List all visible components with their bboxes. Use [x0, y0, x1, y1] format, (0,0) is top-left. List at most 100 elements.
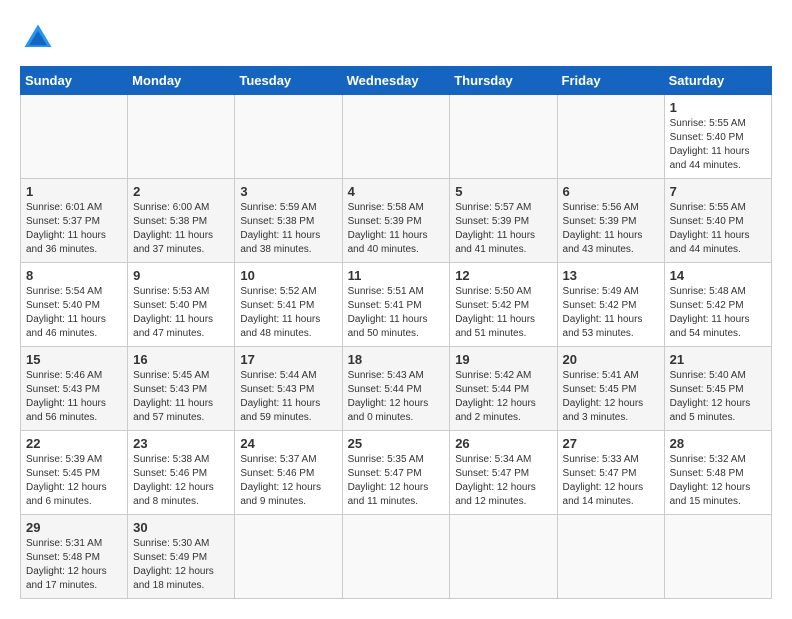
calendar-cell: 29 Sunrise: 5:31 AMSunset: 5:48 PMDaylig…	[21, 515, 128, 599]
day-number: 2	[133, 184, 229, 199]
day-number: 13	[563, 268, 659, 283]
day-info: Sunrise: 5:39 AMSunset: 5:45 PMDaylight:…	[26, 454, 107, 507]
day-number: 18	[348, 352, 445, 367]
day-info: Sunrise: 5:40 AMSunset: 5:45 PMDaylight:…	[670, 370, 751, 423]
calendar-cell: 28 Sunrise: 5:32 AMSunset: 5:48 PMDaylig…	[664, 431, 771, 515]
day-info: Sunrise: 5:56 AMSunset: 5:39 PMDaylight:…	[563, 202, 643, 255]
calendar-cell	[557, 95, 664, 179]
calendar-cell: 17 Sunrise: 5:44 AMSunset: 5:43 PMDaylig…	[235, 347, 342, 431]
calendar-cell: 13 Sunrise: 5:49 AMSunset: 5:42 PMDaylig…	[557, 263, 664, 347]
day-number: 11	[348, 268, 445, 283]
day-number: 30	[133, 520, 229, 535]
day-info: Sunrise: 5:50 AMSunset: 5:42 PMDaylight:…	[455, 286, 535, 339]
calendar-cell: 27 Sunrise: 5:33 AMSunset: 5:47 PMDaylig…	[557, 431, 664, 515]
calendar-cell	[21, 95, 128, 179]
calendar-cell	[128, 95, 235, 179]
calendar-cell	[235, 95, 342, 179]
day-info: Sunrise: 5:57 AMSunset: 5:39 PMDaylight:…	[455, 202, 535, 255]
day-info: Sunrise: 5:52 AMSunset: 5:41 PMDaylight:…	[240, 286, 320, 339]
day-info: Sunrise: 5:54 AMSunset: 5:40 PMDaylight:…	[26, 286, 106, 339]
calendar-cell: 7 Sunrise: 5:55 AMSunset: 5:40 PMDayligh…	[664, 179, 771, 263]
calendar-cell: 25 Sunrise: 5:35 AMSunset: 5:47 PMDaylig…	[342, 431, 450, 515]
day-info: Sunrise: 5:32 AMSunset: 5:48 PMDaylight:…	[670, 454, 751, 507]
calendar-cell: 8 Sunrise: 5:54 AMSunset: 5:40 PMDayligh…	[21, 263, 128, 347]
calendar-table: SundayMondayTuesdayWednesdayThursdayFrid…	[20, 66, 772, 599]
day-number: 28	[670, 436, 766, 451]
calendar-cell: 21 Sunrise: 5:40 AMSunset: 5:45 PMDaylig…	[664, 347, 771, 431]
day-number: 7	[670, 184, 766, 199]
day-info: Sunrise: 5:48 AMSunset: 5:42 PMDaylight:…	[670, 286, 750, 339]
calendar-cell: 20 Sunrise: 5:41 AMSunset: 5:45 PMDaylig…	[557, 347, 664, 431]
day-info: Sunrise: 5:43 AMSunset: 5:44 PMDaylight:…	[348, 370, 429, 423]
day-info: Sunrise: 5:35 AMSunset: 5:47 PMDaylight:…	[348, 454, 429, 507]
calendar-header-sunday: Sunday	[21, 67, 128, 95]
day-number: 27	[563, 436, 659, 451]
calendar-cell: 15 Sunrise: 5:46 AMSunset: 5:43 PMDaylig…	[21, 347, 128, 431]
calendar-header-row: SundayMondayTuesdayWednesdayThursdayFrid…	[21, 67, 772, 95]
day-info: Sunrise: 5:49 AMSunset: 5:42 PMDaylight:…	[563, 286, 643, 339]
day-info: Sunrise: 5:41 AMSunset: 5:45 PMDaylight:…	[563, 370, 644, 423]
day-number: 8	[26, 268, 122, 283]
calendar-cell: 1 Sunrise: 5:55 AMSunset: 5:40 PMDayligh…	[664, 95, 771, 179]
calendar-header-saturday: Saturday	[664, 67, 771, 95]
calendar-cell	[342, 95, 450, 179]
day-info: Sunrise: 5:30 AMSunset: 5:49 PMDaylight:…	[133, 538, 214, 591]
calendar-cell: 10 Sunrise: 5:52 AMSunset: 5:41 PMDaylig…	[235, 263, 342, 347]
calendar-cell	[557, 515, 664, 599]
day-number: 16	[133, 352, 229, 367]
day-info: Sunrise: 5:59 AMSunset: 5:38 PMDaylight:…	[240, 202, 320, 255]
calendar-header-monday: Monday	[128, 67, 235, 95]
day-number: 22	[26, 436, 122, 451]
day-number: 1	[670, 100, 766, 115]
calendar-cell	[450, 515, 557, 599]
calendar-cell: 2 Sunrise: 6:00 AMSunset: 5:38 PMDayligh…	[128, 179, 235, 263]
logo	[20, 20, 62, 56]
day-number: 23	[133, 436, 229, 451]
day-info: Sunrise: 5:33 AMSunset: 5:47 PMDaylight:…	[563, 454, 644, 507]
calendar-header-wednesday: Wednesday	[342, 67, 450, 95]
day-info: Sunrise: 5:38 AMSunset: 5:46 PMDaylight:…	[133, 454, 214, 507]
day-info: Sunrise: 5:55 AMSunset: 5:40 PMDaylight:…	[670, 118, 750, 171]
calendar-cell: 12 Sunrise: 5:50 AMSunset: 5:42 PMDaylig…	[450, 263, 557, 347]
calendar-cell: 1 Sunrise: 6:01 AMSunset: 5:37 PMDayligh…	[21, 179, 128, 263]
calendar-cell: 24 Sunrise: 5:37 AMSunset: 5:46 PMDaylig…	[235, 431, 342, 515]
day-info: Sunrise: 5:58 AMSunset: 5:39 PMDaylight:…	[348, 202, 428, 255]
page-header	[20, 20, 772, 56]
day-info: Sunrise: 5:53 AMSunset: 5:40 PMDaylight:…	[133, 286, 213, 339]
calendar-cell: 6 Sunrise: 5:56 AMSunset: 5:39 PMDayligh…	[557, 179, 664, 263]
calendar-week-3: 15 Sunrise: 5:46 AMSunset: 5:43 PMDaylig…	[21, 347, 772, 431]
day-info: Sunrise: 6:00 AMSunset: 5:38 PMDaylight:…	[133, 202, 213, 255]
day-number: 12	[455, 268, 551, 283]
day-number: 24	[240, 436, 336, 451]
calendar-header-tuesday: Tuesday	[235, 67, 342, 95]
calendar-cell: 9 Sunrise: 5:53 AMSunset: 5:40 PMDayligh…	[128, 263, 235, 347]
day-info: Sunrise: 5:46 AMSunset: 5:43 PMDaylight:…	[26, 370, 106, 423]
day-number: 9	[133, 268, 229, 283]
calendar-cell: 5 Sunrise: 5:57 AMSunset: 5:39 PMDayligh…	[450, 179, 557, 263]
calendar-cell: 26 Sunrise: 5:34 AMSunset: 5:47 PMDaylig…	[450, 431, 557, 515]
day-number: 10	[240, 268, 336, 283]
calendar-cell	[235, 515, 342, 599]
day-number: 20	[563, 352, 659, 367]
day-info: Sunrise: 5:55 AMSunset: 5:40 PMDaylight:…	[670, 202, 750, 255]
day-info: Sunrise: 5:51 AMSunset: 5:41 PMDaylight:…	[348, 286, 428, 339]
day-number: 15	[26, 352, 122, 367]
calendar-cell: 23 Sunrise: 5:38 AMSunset: 5:46 PMDaylig…	[128, 431, 235, 515]
day-number: 3	[240, 184, 336, 199]
day-number: 5	[455, 184, 551, 199]
calendar-cell	[450, 95, 557, 179]
day-info: Sunrise: 5:37 AMSunset: 5:46 PMDaylight:…	[240, 454, 321, 507]
calendar-week-0: 1 Sunrise: 5:55 AMSunset: 5:40 PMDayligh…	[21, 95, 772, 179]
day-info: Sunrise: 5:44 AMSunset: 5:43 PMDaylight:…	[240, 370, 320, 423]
calendar-week-2: 8 Sunrise: 5:54 AMSunset: 5:40 PMDayligh…	[21, 263, 772, 347]
day-number: 25	[348, 436, 445, 451]
day-number: 19	[455, 352, 551, 367]
day-number: 26	[455, 436, 551, 451]
calendar-cell	[342, 515, 450, 599]
calendar-header-friday: Friday	[557, 67, 664, 95]
calendar-week-4: 22 Sunrise: 5:39 AMSunset: 5:45 PMDaylig…	[21, 431, 772, 515]
day-number: 14	[670, 268, 766, 283]
calendar-body: 1 Sunrise: 5:55 AMSunset: 5:40 PMDayligh…	[21, 95, 772, 599]
calendar-cell: 22 Sunrise: 5:39 AMSunset: 5:45 PMDaylig…	[21, 431, 128, 515]
day-number: 17	[240, 352, 336, 367]
